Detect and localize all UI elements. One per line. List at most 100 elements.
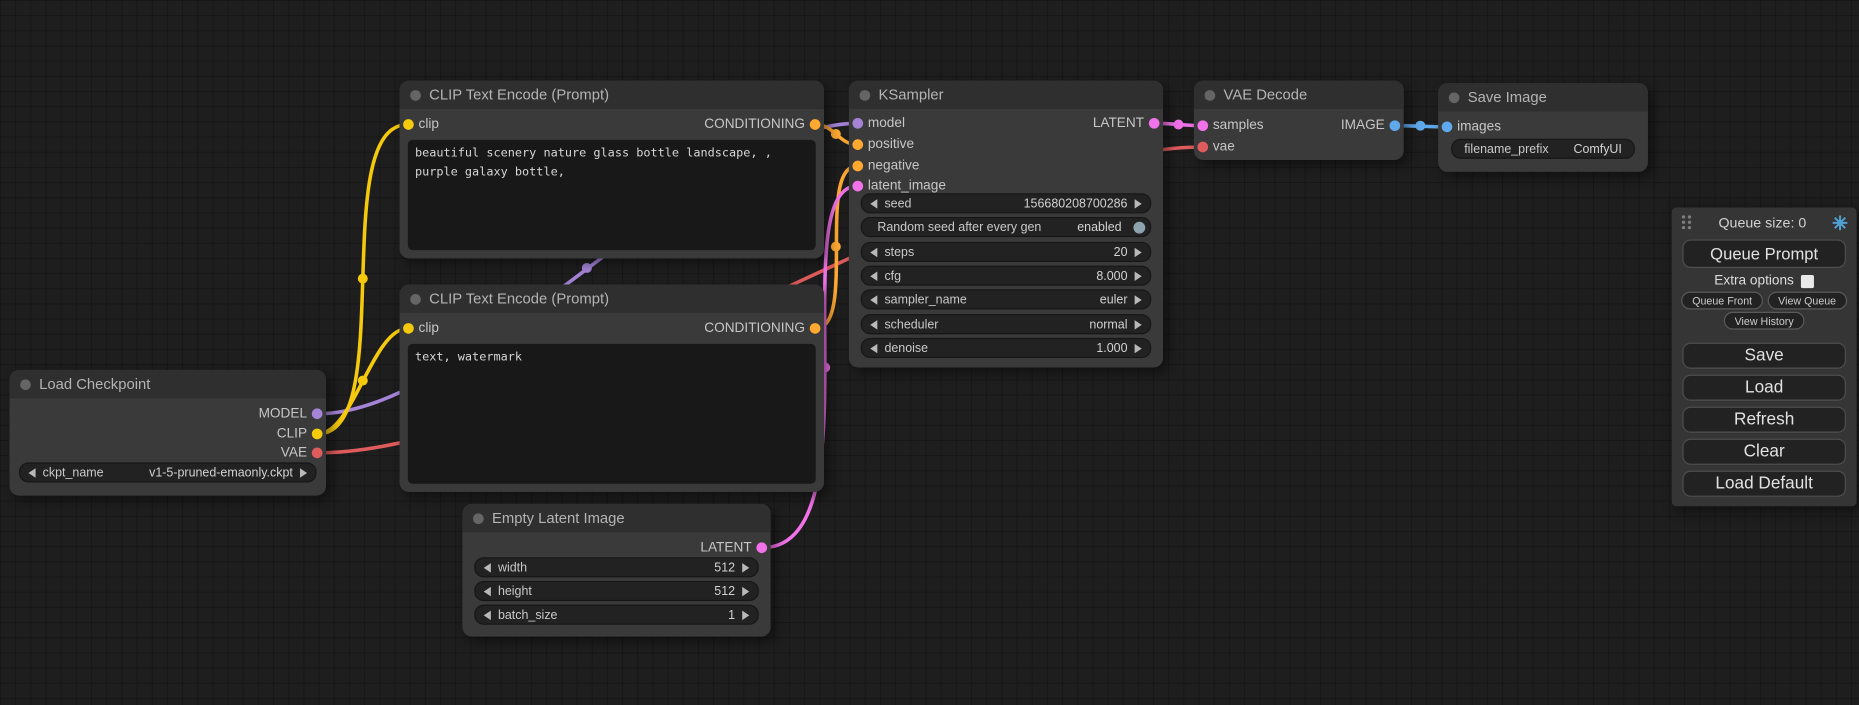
node-empty-latent-image[interactable]: Empty Latent Image LATENT width 512 heig… <box>462 504 770 637</box>
increment-arrow-icon[interactable] <box>1135 320 1142 329</box>
queue-size-label: Queue size: 0 <box>1693 214 1832 231</box>
decrement-arrow-icon[interactable] <box>870 320 877 329</box>
input-row-vae: vae <box>1194 138 1235 157</box>
prompt-text-input[interactable]: text, watermark <box>408 344 816 484</box>
widget-value: 8.000 <box>1096 269 1127 283</box>
image-output-socket[interactable] <box>1390 120 1401 131</box>
load-default-button[interactable]: Load Default <box>1682 471 1846 497</box>
node-title-bar[interactable]: KSampler <box>849 81 1163 109</box>
increment-arrow-icon[interactable] <box>1135 343 1142 352</box>
latent-output-socket[interactable] <box>1149 118 1160 129</box>
refresh-button[interactable]: Refresh <box>1682 407 1846 433</box>
increment-arrow-icon[interactable] <box>742 610 749 619</box>
prompt-text-input[interactable]: beautiful scenery nature glass bottle la… <box>408 140 816 250</box>
node-title-bar[interactable]: Load Checkpoint <box>9 370 326 398</box>
output-row-conditioning: CONDITIONING <box>704 319 824 338</box>
clip-input-socket[interactable] <box>403 323 414 334</box>
collapse-dot-icon[interactable] <box>1205 90 1216 101</box>
view-history-button[interactable]: View History <box>1724 312 1804 330</box>
increment-arrow-icon[interactable] <box>1135 271 1142 280</box>
widget-label: height <box>498 584 532 598</box>
collapse-dot-icon[interactable] <box>410 90 421 101</box>
negative-input-socket[interactable] <box>852 161 863 172</box>
node-save-image[interactable]: Save Image images filename_prefix ComfyU… <box>1438 83 1648 172</box>
node-graph-canvas[interactable]: Load Checkpoint MODEL CLIP VAE ckpt_name… <box>0 0 1859 705</box>
decrement-arrow-icon[interactable] <box>870 271 877 280</box>
images-input-socket[interactable] <box>1442 122 1453 133</box>
node-title-bar[interactable]: VAE Decode <box>1194 81 1404 109</box>
widget-value: 20 <box>1114 245 1128 259</box>
collapse-dot-icon[interactable] <box>1449 92 1460 103</box>
view-queue-button[interactable]: View Queue <box>1768 292 1847 310</box>
seed-widget[interactable]: seed 156680208700286 <box>861 193 1151 213</box>
output-label: LATENT <box>1093 116 1144 130</box>
decrement-arrow-icon[interactable] <box>870 247 877 256</box>
input-label: model <box>868 116 905 130</box>
increment-arrow-icon[interactable] <box>300 468 307 477</box>
increment-arrow-icon[interactable] <box>1135 247 1142 256</box>
node-clip-text-encode-negative[interactable]: CLIP Text Encode (Prompt) clip CONDITION… <box>400 285 824 492</box>
increment-arrow-icon[interactable] <box>1135 199 1142 208</box>
widget-label: seed <box>884 196 911 210</box>
scheduler-widget[interactable]: scheduler normal <box>861 314 1151 334</box>
node-clip-text-encode-positive[interactable]: CLIP Text Encode (Prompt) clip CONDITION… <box>400 81 824 259</box>
decrement-arrow-icon[interactable] <box>870 343 877 352</box>
random-seed-toggle-widget[interactable]: Random seed after every gen enabled <box>861 217 1151 237</box>
clip-input-socket[interactable] <box>403 119 414 130</box>
node-ksampler[interactable]: KSampler model positive negative latent_… <box>849 81 1163 368</box>
collapse-dot-icon[interactable] <box>860 90 871 101</box>
node-title-bar[interactable]: Save Image <box>1438 83 1648 111</box>
node-title-bar[interactable]: Empty Latent Image <box>462 504 770 532</box>
decrement-arrow-icon[interactable] <box>484 610 491 619</box>
filename-prefix-widget[interactable]: filename_prefix ComfyUI <box>1451 139 1635 159</box>
conditioning-output-socket[interactable] <box>810 323 821 334</box>
clip-output-socket[interactable] <box>312 429 323 440</box>
queue-front-button[interactable]: Queue Front <box>1682 292 1763 310</box>
decrement-arrow-icon[interactable] <box>484 586 491 595</box>
save-button[interactable]: Save <box>1682 343 1846 369</box>
load-button[interactable]: Load <box>1682 375 1846 401</box>
extra-options-checkbox[interactable] <box>1801 274 1814 287</box>
decrement-arrow-icon[interactable] <box>870 295 877 304</box>
vae-input-socket[interactable] <box>1197 142 1208 153</box>
clear-button[interactable]: Clear <box>1682 439 1846 465</box>
collapse-dot-icon[interactable] <box>473 513 484 524</box>
increment-arrow-icon[interactable] <box>742 586 749 595</box>
node-title-bar[interactable]: CLIP Text Encode (Prompt) <box>400 81 824 109</box>
batch-size-widget[interactable]: batch_size 1 <box>474 605 759 625</box>
output-label: CONDITIONING <box>704 117 805 131</box>
collapse-dot-icon[interactable] <box>20 379 31 390</box>
steps-widget[interactable]: steps 20 <box>861 242 1151 262</box>
decrement-arrow-icon[interactable] <box>484 563 491 572</box>
vae-output-socket[interactable] <box>312 448 323 459</box>
latent-image-input-socket[interactable] <box>852 181 863 192</box>
input-row-positive: positive <box>849 135 914 154</box>
increment-arrow-icon[interactable] <box>742 563 749 572</box>
ckpt-name-widget[interactable]: ckpt_name v1-5-pruned-emaonly.ckpt <box>19 462 317 482</box>
height-widget[interactable]: height 512 <box>474 581 759 601</box>
sampler-name-widget[interactable]: sampler_name euler <box>861 289 1151 309</box>
denoise-widget[interactable]: denoise 1.000 <box>861 338 1151 358</box>
toggle-knob-icon[interactable] <box>1133 221 1145 233</box>
cfg-widget[interactable]: cfg 8.000 <box>861 266 1151 286</box>
drag-handle-icon[interactable] <box>1680 213 1693 231</box>
collapse-dot-icon[interactable] <box>410 293 421 304</box>
node-vae-decode[interactable]: VAE Decode samples vae IMAGE <box>1194 81 1404 160</box>
node-load-checkpoint[interactable]: Load Checkpoint MODEL CLIP VAE ckpt_name… <box>9 370 326 496</box>
samples-input-socket[interactable] <box>1197 120 1208 131</box>
node-title-bar[interactable]: CLIP Text Encode (Prompt) <box>400 285 824 313</box>
widget-value: 156680208700286 <box>1024 196 1128 210</box>
queue-prompt-button[interactable]: Queue Prompt <box>1682 239 1846 267</box>
settings-gear-icon[interactable] <box>1832 214 1849 231</box>
decrement-arrow-icon[interactable] <box>870 199 877 208</box>
decrement-arrow-icon[interactable] <box>28 468 35 477</box>
positive-input-socket[interactable] <box>852 139 863 150</box>
conditioning-output-socket[interactable] <box>810 119 821 130</box>
increment-arrow-icon[interactable] <box>1135 295 1142 304</box>
width-widget[interactable]: width 512 <box>474 557 759 577</box>
latent-output-socket[interactable] <box>756 542 767 553</box>
model-input-socket[interactable] <box>852 118 863 129</box>
widget-label: scheduler <box>884 317 938 331</box>
widget-label: Random seed after every gen <box>877 220 1041 234</box>
model-output-socket[interactable] <box>312 408 323 419</box>
